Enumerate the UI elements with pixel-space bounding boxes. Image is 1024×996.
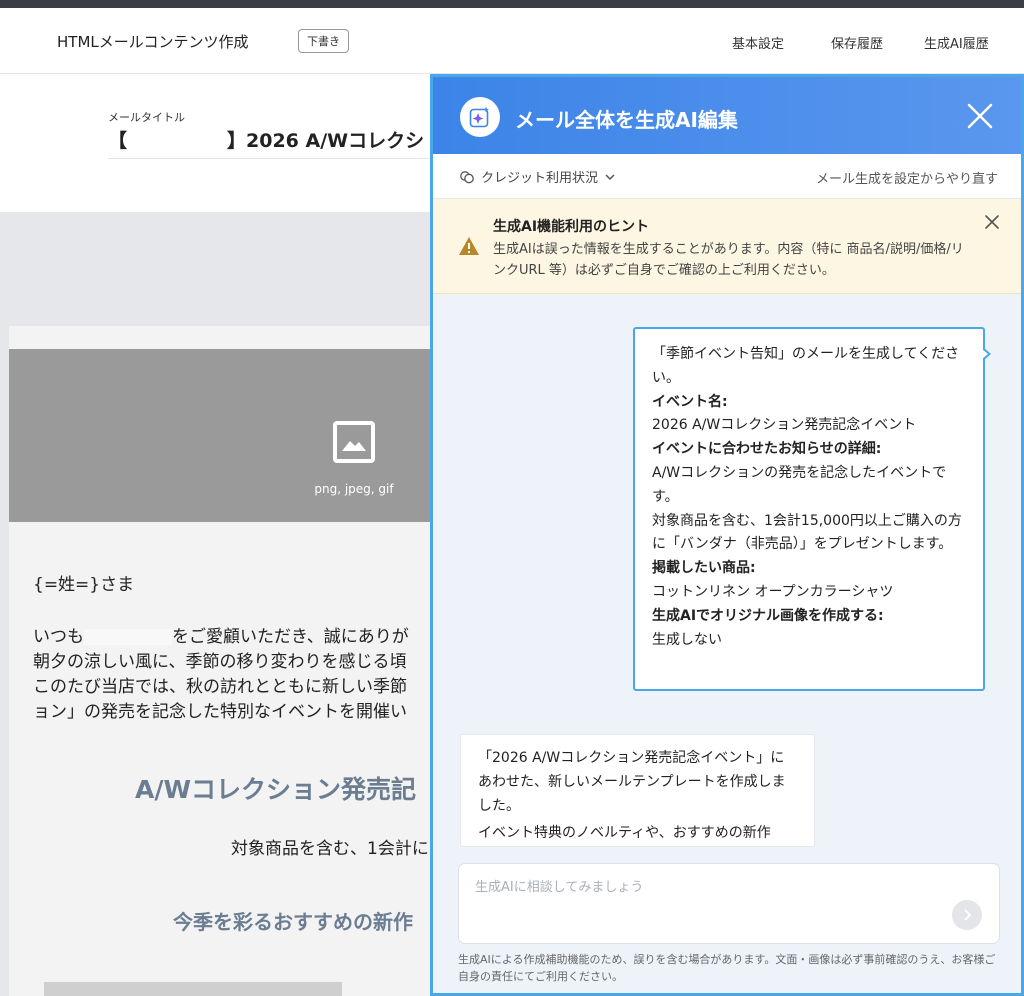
mail-subtext: 対象商品を含む、1会計に [231,839,429,859]
ai-disclaimer: 生成AIによる作成補助機能のため、誤りを含む場合があります。文面・画像は必ず事前… [458,953,996,983]
nav-ai-history[interactable]: 生成AI履歴 [924,33,989,52]
draft-status-badge: 下書き [298,29,349,53]
user-message-image-label: 生成AIでオリジナル画像を作成する: [652,607,884,624]
sparkle-icon [460,97,500,137]
credit-usage-dropdown[interactable]: クレジット利用状況 [459,167,616,186]
chat-input-box [458,863,1000,944]
mail-editor-canvas[interactable]: png, jpeg, gif {=姓=}さま いつも をご愛顧いただき、誠にありが… [9,326,439,996]
bubble-tail-inner [982,349,988,359]
image-formats-caption: png, jpeg, gif [314,482,394,496]
hint-banner: 生成AI機能利用のヒント 生成AIは誤った情報を生成することがあります。内容（特… [433,199,1021,294]
hint-close-icon[interactable] [983,213,1001,231]
user-message-intro: 「季節イベント告知」のメールを生成してください。 [652,346,960,386]
nav-basic-settings[interactable]: 基本設定 [732,33,784,52]
ai-edit-panel: メール全体を生成AI編集 クレジット利用状況 メール生成を設定からやり直す 生成… [430,74,1024,996]
user-message-image-value: 生成しない [652,631,722,648]
user-message-product-label: 掲載したい商品: [652,560,756,577]
body-line-3: このたび当店では、秋の訪れとともに新しい季節 [33,677,407,697]
image-icon [333,421,375,463]
body-line-1-start: いつも [33,627,84,647]
app-title: HTMLメールコンテンツ作成 [57,33,249,51]
chat-input[interactable] [475,876,945,906]
app-header: HTMLメールコンテンツ作成 下書き 基本設定 保存履歴 生成AI履歴 [0,8,1024,74]
hint-text: 生成AIは誤った情報を生成することがあります。内容（特に 商品名/説明/価格/リ… [493,242,964,278]
hint-title: 生成AI機能利用のヒント [493,219,650,235]
body-line-4: ョン」の発売を記念した特別なイベントを開催い [33,702,407,722]
user-message-event-value: 2026 A/Wコレクション発売記念イベント [652,417,917,434]
greeting-text: {=姓=}さま [33,575,135,595]
nav-save-history[interactable]: 保存履歴 [831,33,883,52]
chevron-down-icon [605,173,615,180]
chevron-right-icon [964,909,972,921]
warning-icon [459,237,479,255]
mail-subheading: 今季を彩るおすすめの新作 [173,910,413,934]
ai-message-paragraph-2: イベント特典のノベルティや、おすすめの新作 [478,825,771,842]
product-image[interactable] [44,982,342,996]
credit-usage-label: クレジット利用状況 [481,171,599,186]
ai-panel-toolbar: クレジット利用状況 メール生成を設定からやり直す [433,154,1021,199]
body-line-2: 朝夕の涼しい風に、季節の移り変わりを感じる頃 [33,652,407,672]
user-message-detail-value-1: A/Wコレクションの発売を記念したイベントです。 [652,464,947,505]
body-line-1: いつも をご愛顧いただき、誠にありが [33,622,409,647]
user-message-detail-label: イベントに合わせたお知らせの詳細: [652,441,882,458]
window-top-strip [0,0,1024,8]
coins-icon [460,170,474,183]
redacted-text [84,629,172,645]
ai-panel-header: メール全体を生成AI編集 [433,77,1021,154]
user-message-detail-value-2: 対象商品を含む、1会計15,000円以上ご購入の方に「バンダナ（非売品）」をプレ… [652,512,962,553]
user-message-product-value: コットンリネン オープンカラーシャツ [652,583,894,600]
mail-title-input[interactable]: 【 】2026 A/Wコレクシ [108,126,424,153]
redo-from-settings-link[interactable]: メール生成を設定からやり直す [816,168,998,187]
mail-heading: A/Wコレクション発売記 [135,775,417,804]
body-line-1-end: をご愛顧いただき、誠にありが [172,627,409,647]
image-placeholder[interactable]: png, jpeg, gif [9,349,439,522]
user-message-bubble: 「季節イベント告知」のメールを生成してください。 イベント名: 2026 A/W… [633,327,985,691]
user-message-event-label: イベント名: [652,393,728,410]
redacted-text [127,129,228,147]
mail-title-prefix: 【 [108,130,128,152]
ai-panel-title: メール全体を生成AI編集 [515,108,738,132]
divider [108,158,438,159]
ai-message-paragraph-1: 「2026 A/Wコレクション発売記念イベント」にあわせた、新しいメールテンプレ… [478,750,786,814]
send-button[interactable] [952,900,982,930]
close-icon[interactable] [966,102,994,130]
ai-message-bubble: 「2026 A/Wコレクション発売記念イベント」にあわせた、新しいメールテンプレ… [460,734,815,847]
mail-title-suffix: 】2026 A/Wコレクシ [227,130,425,152]
mail-title-label: メールタイトル [108,111,185,124]
